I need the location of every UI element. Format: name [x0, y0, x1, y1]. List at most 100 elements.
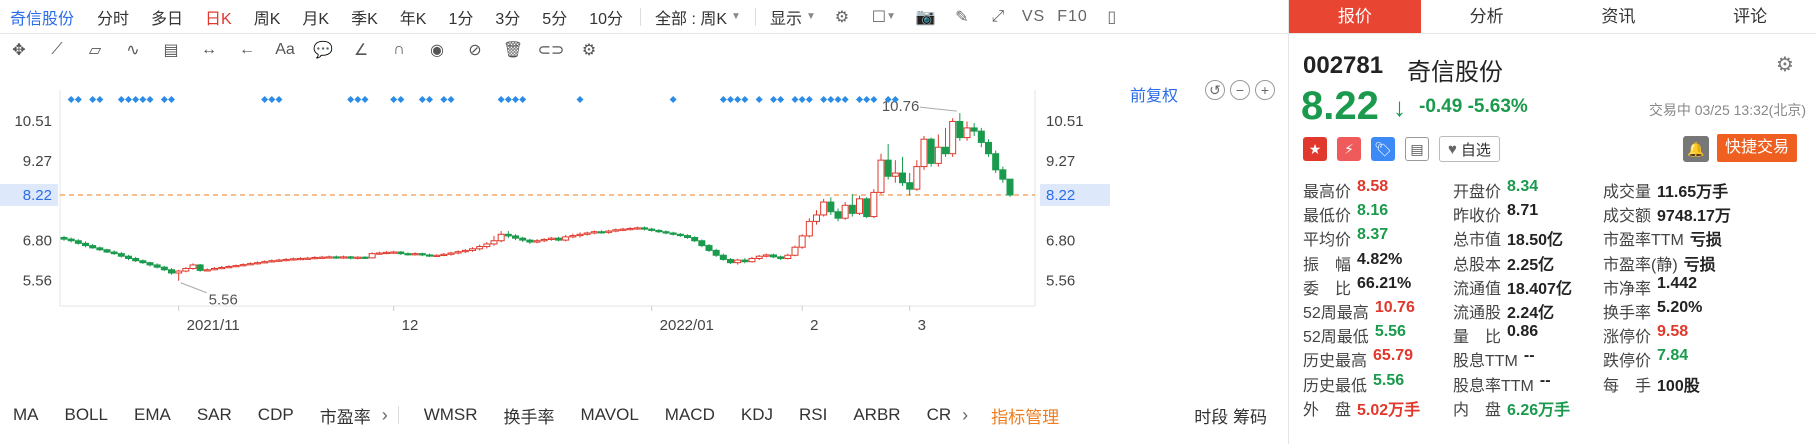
candle-body [884, 159, 892, 177]
high-annotation-leader [919, 106, 957, 112]
indicator-tab[interactable]: WMSR [417, 405, 485, 425]
comment-tool-icon[interactable]: 💬 [308, 37, 338, 63]
indicator-tab[interactable]: MA [6, 405, 46, 425]
reset-icon[interactable]: ↺ [1205, 80, 1225, 100]
zoom-in-icon[interactable]: + [1255, 80, 1275, 100]
adjust-mode-button[interactable]: 前复权 [1130, 82, 1178, 106]
f10-button[interactable]: F10 [1057, 8, 1088, 26]
candle-body [375, 252, 383, 255]
indicator-tab[interactable]: KDJ [734, 405, 780, 425]
stat-cell: 委 比 66.21% [1303, 275, 1453, 299]
chevron-right-icon[interactable]: › [962, 405, 968, 426]
candle-body [719, 254, 727, 260]
stock-name-link[interactable]: 奇信股份 [0, 5, 74, 29]
period-tab[interactable]: 年K [400, 5, 427, 29]
panel-tab[interactable]: 报价 [1289, 0, 1421, 33]
candle-body [160, 266, 168, 271]
box-select-icon[interactable]: ☐ ▼ [867, 6, 901, 28]
indicator-tab[interactable]: CR [920, 405, 959, 425]
settings-icon[interactable]: ⚙ [831, 6, 853, 28]
period-tab[interactable]: 3分 [495, 5, 520, 29]
low-annotation-leader [180, 282, 207, 294]
eye-tool-icon[interactable]: ◉ [422, 37, 452, 63]
period-tab[interactable]: 10分 [589, 5, 623, 29]
candle-body [684, 235, 691, 239]
fullscreen-icon[interactable]: ⤢ [987, 6, 1009, 28]
channel-tool-icon[interactable]: ▱ [80, 37, 110, 63]
add-watchlist-button[interactable]: ♥ 自选 [1439, 136, 1500, 162]
kline-chart[interactable]: 10.51 10.51 9.27 9.27 8.22 8.22 6.80 6.80 5.56 5.… [0, 66, 1288, 386]
camera-icon[interactable]: 📷 [915, 6, 937, 28]
indicator-tab[interactable]: 换手率 [497, 403, 562, 428]
chevron-right-icon[interactable]: › [382, 405, 388, 426]
period-tab[interactable]: 分时 [97, 5, 129, 29]
indicator-tab[interactable]: MACD [658, 405, 722, 425]
candle-body [275, 259, 283, 262]
pen-icon[interactable]: ✎ [951, 6, 973, 28]
indicator-tab[interactable]: ARBR [846, 405, 907, 425]
kline-svg[interactable]: 10.51 10.51 9.27 9.27 8.22 8.22 6.80 6.80 5.56 5.… [0, 66, 1288, 386]
zoom-out-icon[interactable]: − [1230, 80, 1250, 100]
candle-body [103, 249, 111, 253]
crosshair-move-icon[interactable]: ✥ [4, 37, 34, 63]
stat-value: 100股 [1657, 377, 1700, 395]
candle-body [512, 235, 519, 239]
delete-tool-icon[interactable]: 🗑 [498, 37, 528, 63]
period-tab[interactable]: 1分 [448, 5, 473, 29]
candle-body [225, 266, 233, 269]
candle-body [74, 240, 82, 244]
period-tab[interactable]: 周K [254, 5, 281, 29]
vs-button[interactable]: VS [1022, 8, 1045, 26]
quick-trade-button[interactable]: 快捷交易 [1717, 134, 1798, 162]
period-chips-button[interactable]: 时段 筹码 [1187, 403, 1274, 428]
panel-tab[interactable]: 评论 [1684, 0, 1816, 33]
panel-tab[interactable]: 资讯 [1553, 0, 1685, 33]
period-tab[interactable]: 季K [351, 5, 378, 29]
gear-icon[interactable]: ⚙ [1776, 52, 1798, 76]
magnet-tool-icon[interactable]: ∩ [384, 37, 414, 63]
angle-tool-icon[interactable]: ∠ [346, 37, 376, 63]
panel-tab[interactable]: 分析 [1421, 0, 1553, 33]
indicator-tab[interactable]: RSI [792, 405, 834, 425]
hide-tool-icon[interactable]: ⊘ [460, 37, 490, 63]
stat-cell: 最低价 8.16 [1303, 202, 1453, 226]
indicator-tab[interactable]: CDP [251, 405, 301, 425]
indicator-tab[interactable]: SAR [190, 405, 239, 425]
candle-body [189, 264, 197, 269]
period-tab[interactable]: 多日 [151, 5, 183, 29]
document-icon[interactable]: ▤ [1405, 137, 1429, 161]
panel-tabs: 报价 分析 资讯 评论 [1289, 0, 1816, 34]
period-tab[interactable]: 月K [302, 5, 329, 29]
candle-body [583, 232, 591, 235]
indicator-manager-button[interactable]: 指标管理 [984, 403, 1066, 428]
tag-icon[interactable]: 🏷 [1371, 137, 1395, 161]
stat-cell: 历史最高 65.79 [1303, 347, 1453, 371]
candle-body [289, 258, 297, 261]
draw-settings-icon[interactable]: ⚙ [574, 37, 604, 63]
sidebar-toggle-icon[interactable]: ▯ [1101, 6, 1123, 28]
line-tool-icon[interactable]: ⟋ [42, 37, 72, 63]
event-diamond-icon [361, 96, 369, 103]
arrow-tool-icon[interactable]: ← [232, 37, 262, 63]
indicator-tab[interactable]: 市盈率 [313, 403, 378, 428]
bell-icon[interactable]: 🔔 [1683, 136, 1709, 162]
link-tool-icon[interactable]: ⊂⊃ [536, 37, 566, 63]
event-diamond-icon [834, 96, 842, 103]
wave-tool-icon[interactable]: ∿ [118, 37, 148, 63]
range-select[interactable]: 全部 : 周K ▼ [655, 5, 741, 29]
margin-badge-icon[interactable]: ⚡ [1337, 137, 1361, 161]
indicator-tab[interactable]: MAVOL [574, 405, 646, 425]
text-tool-icon[interactable]: Aa [270, 37, 300, 63]
indicator-tab[interactable]: BOLL [58, 405, 115, 425]
display-dropdown[interactable]: 显示 ▼ [770, 5, 816, 29]
range-tool-icon[interactable]: ↔ [194, 37, 224, 63]
period-tab[interactable]: 日K [205, 5, 232, 29]
indicator-tab[interactable]: EMA [127, 405, 178, 425]
stat-value: 5.56 [1373, 371, 1405, 389]
period-tab[interactable]: 5分 [542, 5, 567, 29]
chevron-down-icon: ▼ [805, 11, 816, 22]
stat-label: 52周最高 [1303, 305, 1369, 323]
candle-body [856, 198, 863, 214]
fibonacci-tool-icon[interactable]: ▤ [156, 37, 186, 63]
candle-body [727, 258, 734, 264]
